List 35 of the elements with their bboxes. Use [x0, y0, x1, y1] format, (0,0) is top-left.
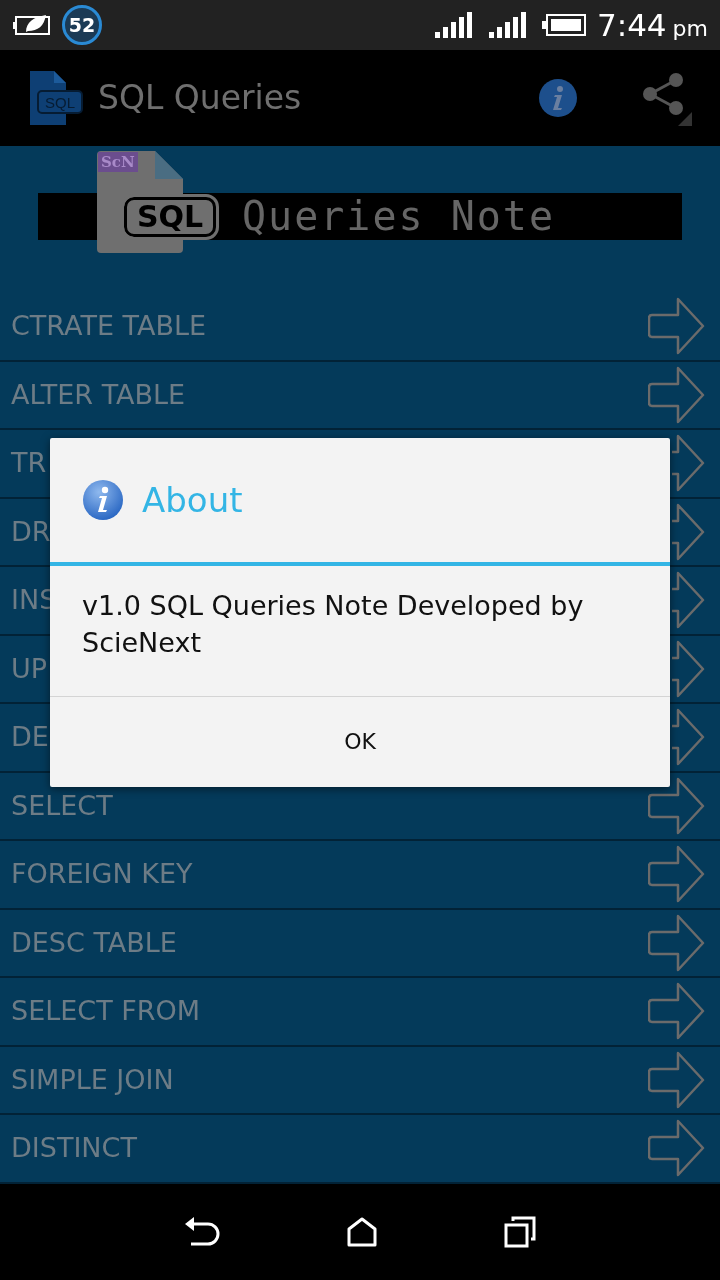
banner-title: Queries Note	[242, 192, 555, 241]
row-label: FOREIGN KEY	[11, 857, 193, 891]
row-label: CTRATE TABLE	[11, 309, 206, 343]
home-icon[interactable]	[347, 1217, 377, 1247]
list-row[interactable]: SIMPLE JOIN	[0, 1046, 720, 1115]
row-label: ALTER TABLE	[11, 377, 186, 412]
row-label: SELECT FROM	[11, 994, 201, 1028]
list-row[interactable]: ALTER TABLE	[0, 361, 720, 430]
info-icon	[82, 479, 124, 521]
battery-saver-icon	[12, 12, 52, 38]
row-label: DISTINCT	[11, 1131, 137, 1165]
clock-period: pm	[672, 14, 708, 43]
clock-time: 7:44	[596, 5, 667, 45]
battery-icon	[540, 12, 587, 38]
row-label: DESC TABLE	[11, 925, 177, 960]
notification-count-badge: 52	[62, 5, 102, 45]
row-label: TR	[11, 446, 47, 480]
list-row[interactable]: CTRATE TABLE	[0, 293, 720, 362]
row-label: SIMPLE JOIN	[11, 1062, 174, 1097]
row-label: SELECT	[11, 788, 113, 823]
dialog-message: v1.0 SQL Queries Note Developed by ScieNext	[50, 566, 670, 697]
badge-label: ScN	[98, 152, 138, 172]
dialog-title: About	[142, 478, 243, 522]
back-icon[interactable]	[183, 1217, 220, 1247]
recent-apps-icon[interactable]	[504, 1216, 537, 1248]
row-label: DE	[11, 720, 49, 754]
list-row[interactable]: SELECT FROM	[0, 978, 720, 1047]
logo-label: SQL	[124, 197, 217, 237]
list-row[interactable]: DESC TABLE	[0, 909, 720, 978]
row-label: DR	[11, 514, 51, 549]
row-label: UP	[11, 651, 48, 686]
list-row[interactable]: FOREIGN KEY	[0, 841, 720, 910]
app-title: SQL Queries	[98, 77, 303, 120]
share-icon[interactable]	[640, 70, 692, 126]
info-icon[interactable]	[538, 78, 578, 118]
